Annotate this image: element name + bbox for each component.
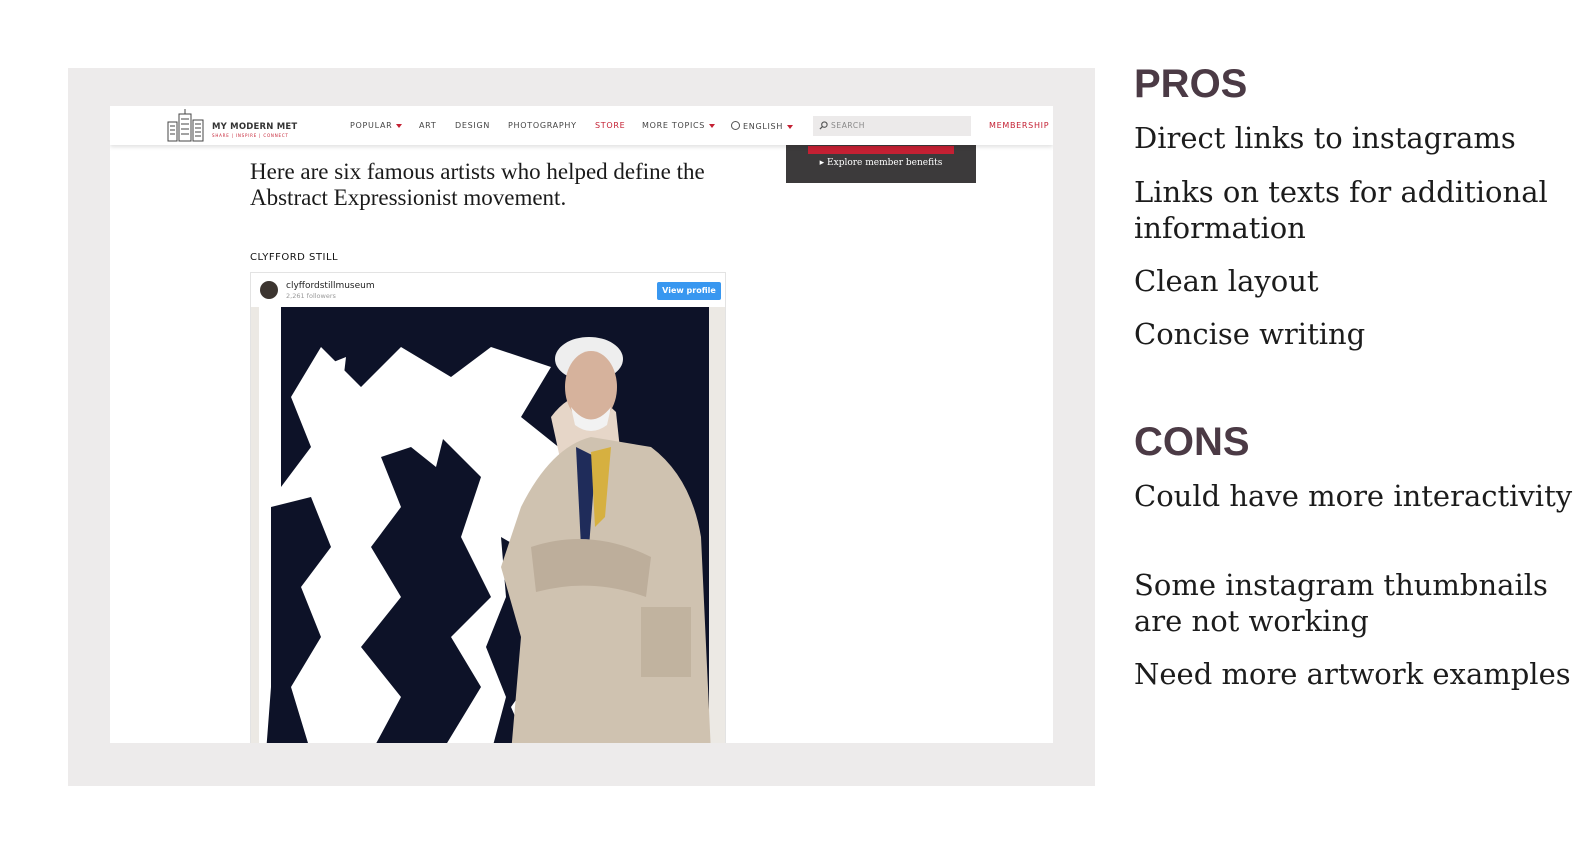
nav-label: MORE TOPICS	[642, 121, 706, 130]
cons-heading: CONS	[1134, 420, 1250, 464]
membership-promo[interactable]: ▸ Explore member benefits	[786, 141, 976, 183]
nav-item-more-topics[interactable]: MORE TOPICS	[642, 121, 716, 130]
pros-item: Links on texts for additional informatio…	[1134, 175, 1548, 245]
nav-item-popular[interactable]: POPULAR	[350, 121, 403, 130]
instagram-embed[interactable]: clyffordstillmuseum 2,261 followers View…	[250, 272, 726, 743]
search-icon	[819, 121, 828, 130]
nav-label: POPULAR	[350, 121, 393, 130]
caret-down-icon	[709, 123, 716, 128]
logo-subtitle: SHARE | INSPIRE | CONNECT	[212, 133, 289, 138]
nav-item-art[interactable]: ART	[419, 121, 436, 130]
follower-count: 2,261 followers	[286, 292, 336, 300]
artist-photo[interactable]	[251, 307, 725, 743]
nav-item-language[interactable]: ENGLISH	[731, 121, 794, 131]
promo-label: Explore member benefits	[827, 158, 943, 168]
caret-down-icon	[787, 124, 794, 129]
search-input[interactable]: SEARCH	[813, 116, 971, 136]
pros-heading: PROS	[1134, 62, 1248, 106]
cons-item: Need more artwork examples	[1134, 657, 1571, 691]
caret-down-icon	[396, 123, 403, 128]
promo-link[interactable]: ▸ Explore member benefits	[786, 158, 976, 168]
city-buildings-icon	[167, 109, 204, 142]
pros-item: Clean layout	[1134, 264, 1319, 298]
embedded-website-screenshot: MY MODERN MET SHARE | INSPIRE | CONNECT …	[110, 106, 1053, 743]
pros-item: Direct links to instagrams	[1134, 121, 1516, 155]
nav-label: ENGLISH	[743, 122, 784, 131]
nav-item-design[interactable]: DESIGN	[455, 121, 490, 130]
cons-item: Some instagram thumbnails are not workin…	[1134, 568, 1548, 638]
promo-button[interactable]	[808, 146, 954, 154]
site-logo[interactable]: MY MODERN MET SHARE | INSPIRE | CONNECT	[166, 108, 298, 142]
nav-item-store[interactable]: STORE	[595, 121, 625, 130]
instagram-username[interactable]: clyffordstillmuseum	[286, 281, 375, 291]
painting-illustration	[251, 307, 725, 743]
search-placeholder: SEARCH	[831, 121, 865, 130]
article-lede: Here are six famous artists who helped d…	[250, 159, 705, 210]
globe-icon	[731, 121, 740, 130]
section-heading: CLYFFORD STILL	[250, 252, 339, 263]
cons-item: Could have more interactivity	[1134, 479, 1573, 513]
nav-item-photography[interactable]: PHOTOGRAPHY	[508, 121, 577, 130]
pros-item: Concise writing	[1134, 317, 1366, 351]
avatar[interactable]	[260, 281, 278, 299]
nav-item-membership[interactable]: MEMBERSHIP	[989, 121, 1049, 130]
view-profile-button[interactable]: View profile	[657, 282, 721, 300]
site-navbar: MY MODERN MET SHARE | INSPIRE | CONNECT …	[110, 106, 1053, 145]
logo-title: MY MODERN MET	[212, 122, 298, 132]
